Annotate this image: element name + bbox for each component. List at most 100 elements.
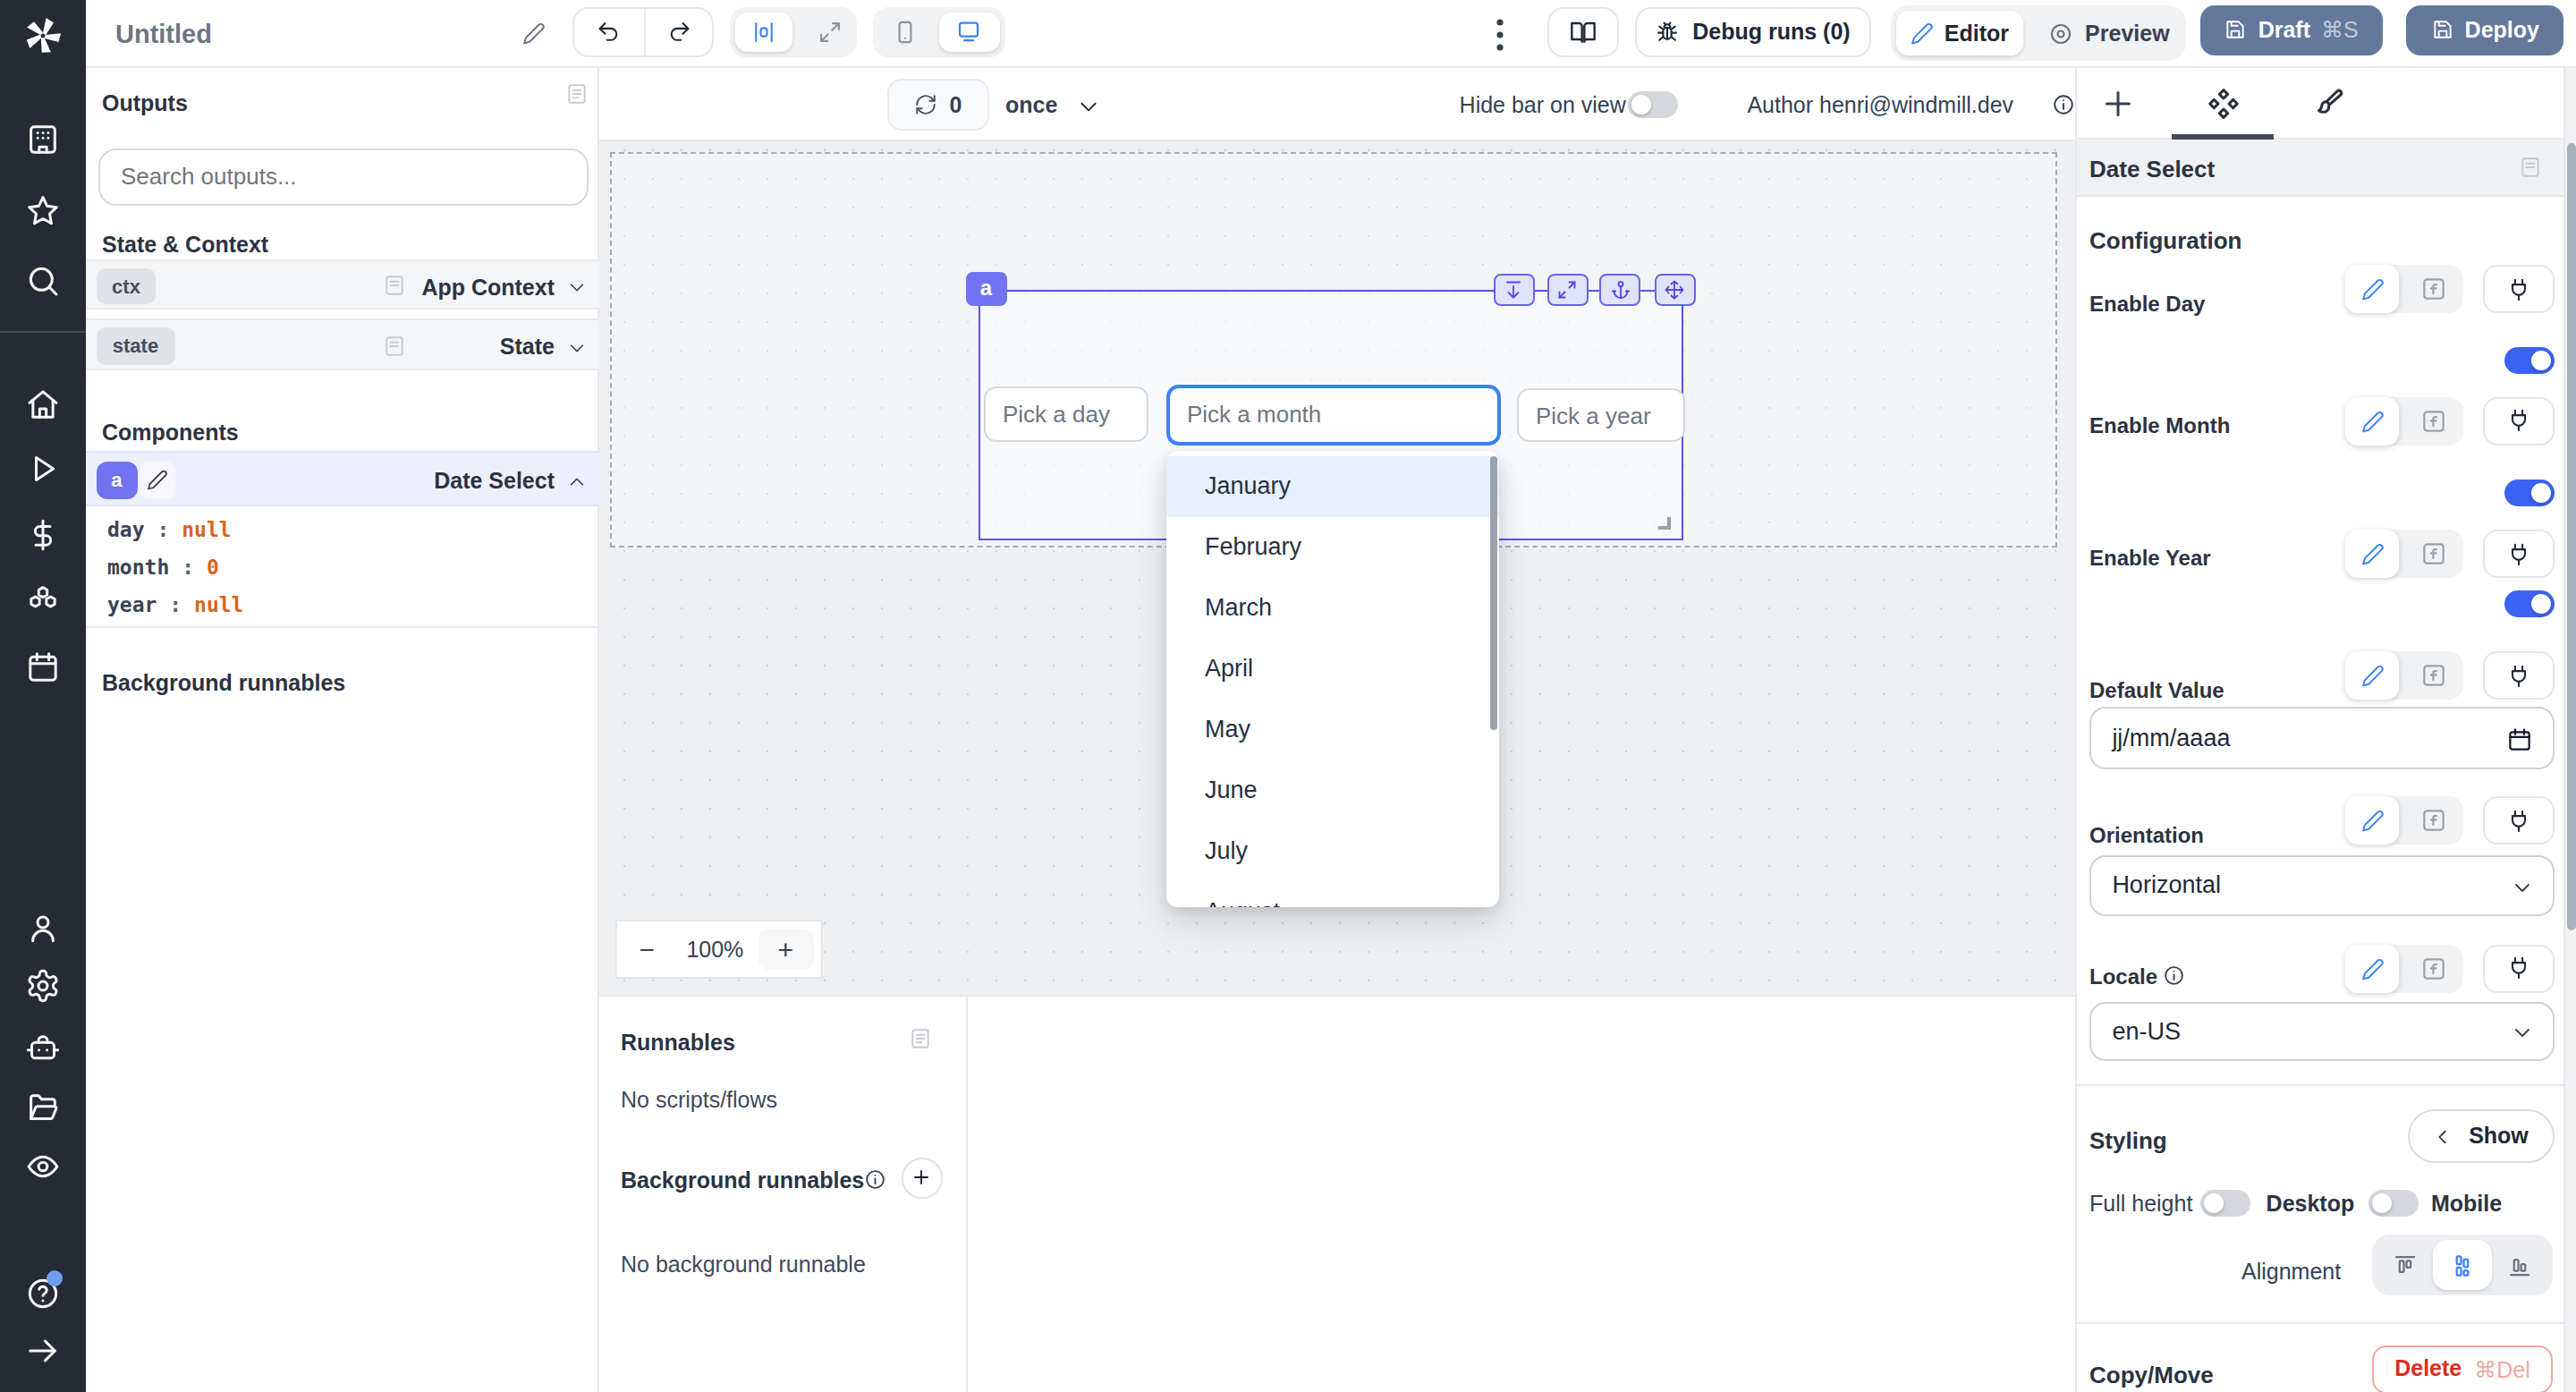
ctx-chevron-icon[interactable] xyxy=(567,278,587,298)
month-select-input[interactable]: Pick a month xyxy=(1165,385,1500,445)
locale-info-icon[interactable] xyxy=(2163,963,2185,986)
center-align-button[interactable] xyxy=(734,13,792,51)
refresh-count-button[interactable]: 0 xyxy=(887,79,988,131)
styling-show-button[interactable]: Show xyxy=(2407,1109,2555,1163)
locale-pencil-button[interactable] xyxy=(2345,946,2399,994)
default-value-fx-button[interactable] xyxy=(2420,662,2447,689)
enable-month-toggle[interactable] xyxy=(2504,480,2554,506)
locale-fx-button[interactable] xyxy=(2420,956,2447,983)
expand-canvas-button[interactable] xyxy=(818,20,843,45)
year-select-input[interactable]: Pick a year xyxy=(1516,388,1684,442)
component-row[interactable]: a Date Select xyxy=(86,451,599,506)
outputs-doc-icon[interactable] xyxy=(565,82,589,106)
full-height-toggle[interactable] xyxy=(2200,1189,2250,1216)
runs-play-icon[interactable] xyxy=(25,451,61,487)
component-settings-tab[interactable] xyxy=(2206,85,2241,121)
deploy-button[interactable]: Deploy xyxy=(2406,4,2564,55)
rename-pencil-icon[interactable] xyxy=(522,21,546,45)
default-value-pencil-button[interactable] xyxy=(2345,651,2399,700)
orientation-pencil-button[interactable] xyxy=(2345,796,2399,845)
dropdown-option-january[interactable]: January xyxy=(1165,455,1499,516)
dropdown-option-august[interactable]: August xyxy=(1165,881,1499,906)
align-top-button[interactable] xyxy=(2378,1240,2432,1290)
app-canvas[interactable]: a Pick a day Pick a month Pick a year Ja… xyxy=(599,141,2075,995)
day-select-input[interactable]: Pick a day xyxy=(983,386,1148,442)
enable-month-fx-button[interactable] xyxy=(2420,407,2447,434)
draft-button[interactable]: Draft ⌘S xyxy=(2200,4,2382,55)
ctx-row[interactable]: ctx App Context xyxy=(86,260,599,310)
align-bottom-button[interactable] xyxy=(2492,1240,2546,1290)
orientation-fx-button[interactable] xyxy=(2420,807,2447,834)
undo-button[interactable] xyxy=(574,9,645,55)
help-icon[interactable] xyxy=(25,1276,61,1311)
audit-eye-icon[interactable] xyxy=(25,1149,61,1184)
default-value-date-input[interactable]: jj/mm/aaaa xyxy=(2089,707,2554,769)
more-menu-kebab[interactable] xyxy=(1490,13,1508,55)
settings-gear-icon[interactable] xyxy=(25,968,61,1004)
dropdown-option-may[interactable]: May xyxy=(1165,699,1499,760)
apps-icon[interactable] xyxy=(25,122,61,157)
enable-day-fx-button[interactable] xyxy=(2420,276,2447,303)
enable-year-toggle[interactable] xyxy=(2504,590,2554,617)
locale-select[interactable]: en-US xyxy=(2089,1001,2554,1060)
variables-dollar-icon[interactable] xyxy=(25,517,61,553)
move-button[interactable] xyxy=(1654,273,1695,306)
author-info-icon[interactable] xyxy=(2052,92,2075,115)
output-year-row[interactable]: year : null xyxy=(107,592,243,617)
zoom-in-button[interactable]: + xyxy=(758,929,813,970)
editor-tab[interactable]: Editor xyxy=(1896,11,2023,55)
dropdown-option-february[interactable]: February xyxy=(1165,516,1499,577)
dropdown-option-june[interactable]: June xyxy=(1165,760,1499,820)
hide-bar-toggle[interactable] xyxy=(1628,90,1678,117)
users-person-icon[interactable] xyxy=(25,911,61,946)
dropdown-option-july[interactable]: July xyxy=(1165,820,1499,881)
output-day-row[interactable]: day : null xyxy=(107,517,232,542)
add-bg-runnable-button[interactable] xyxy=(902,1158,942,1198)
redo-button[interactable] xyxy=(645,9,716,55)
fullsize-button[interactable] xyxy=(1546,273,1588,306)
schedule-chevron-icon[interactable] xyxy=(1077,95,1100,118)
enable-day-plug-button[interactable] xyxy=(2482,266,2555,314)
component-rename-pencil[interactable] xyxy=(140,462,174,498)
locale-plug-button[interactable] xyxy=(2482,944,2555,992)
windmill-logo-icon[interactable] xyxy=(21,14,64,57)
desktop-view-button[interactable] xyxy=(938,13,999,51)
workers-robot-icon[interactable] xyxy=(25,1031,61,1066)
enable-year-plug-button[interactable] xyxy=(2482,530,2555,578)
delete-button[interactable]: Delete ⌘Del xyxy=(2372,1345,2553,1392)
output-month-row[interactable]: month : 0 xyxy=(107,555,219,580)
expand-down-button[interactable] xyxy=(1493,273,1534,306)
debug-runs-button[interactable]: Debug runs (0) xyxy=(1635,7,1870,56)
zoom-out-button[interactable]: − xyxy=(616,934,677,964)
app-title[interactable]: Untitled xyxy=(115,20,212,48)
state-chevron-icon[interactable] xyxy=(567,337,587,357)
orientation-plug-button[interactable] xyxy=(2482,796,2555,845)
desktop-mobile-toggle[interactable] xyxy=(2368,1189,2418,1216)
preview-tab[interactable]: Preview xyxy=(2035,11,2182,55)
enable-year-fx-button[interactable] xyxy=(2420,540,2447,567)
home-icon[interactable] xyxy=(25,386,61,421)
component-chevron-up-icon[interactable] xyxy=(567,472,587,492)
resize-handle[interactable] xyxy=(1658,516,1671,529)
favorites-star-icon[interactable] xyxy=(25,192,61,228)
search-outputs-input[interactable] xyxy=(97,149,588,205)
resources-boxes-icon[interactable] xyxy=(25,583,61,619)
docs-book-button[interactable] xyxy=(1547,7,1619,56)
schedule-mode[interactable]: once xyxy=(1005,92,1057,117)
enable-month-pencil-button[interactable] xyxy=(2345,396,2399,445)
anchor-button[interactable] xyxy=(1599,273,1640,306)
enable-year-pencil-button[interactable] xyxy=(2345,530,2399,578)
enable-day-toggle[interactable] xyxy=(2504,347,2554,374)
enable-day-pencil-button[interactable] xyxy=(2345,266,2399,314)
add-component-tab[interactable] xyxy=(2099,85,2135,121)
panel-scrollbar-track[interactable] xyxy=(2563,68,2576,1392)
dropdown-option-april[interactable]: April xyxy=(1165,638,1499,699)
runnables-doc-icon[interactable] xyxy=(909,1027,932,1050)
dropdown-scrollbar[interactable] xyxy=(1489,455,1496,729)
search-icon[interactable] xyxy=(25,263,61,299)
default-value-plug-button[interactable] xyxy=(2482,651,2555,700)
theme-brush-tab[interactable] xyxy=(2309,85,2344,121)
collapse-arrow-icon[interactable] xyxy=(25,1333,61,1369)
enable-month-plug-button[interactable] xyxy=(2482,396,2555,445)
component-header-doc-icon[interactable] xyxy=(2519,156,2542,179)
